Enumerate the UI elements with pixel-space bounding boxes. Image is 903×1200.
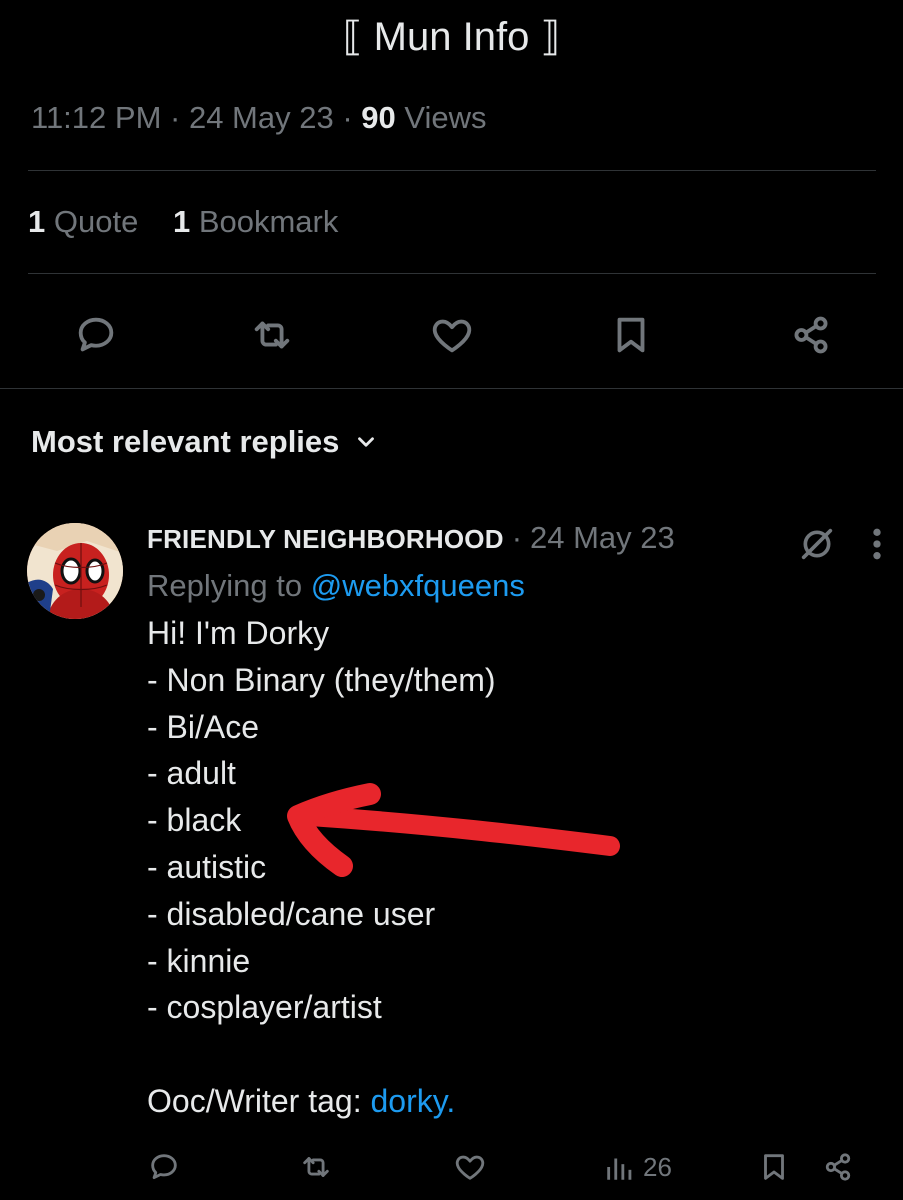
- reply-retweet-button[interactable]: [299, 1150, 333, 1184]
- tweet-meta: 11:12 PM · 24 May 23 · 90 Views: [31, 100, 487, 136]
- reply-share-button[interactable]: [821, 1150, 855, 1184]
- bookmarks-label: Bookmark: [198, 204, 339, 239]
- reply-date[interactable]: 24 May 23: [530, 520, 675, 556]
- bookmark-icon: [764, 1154, 784, 1180]
- meta-separator: ·: [170, 100, 189, 135]
- avatar[interactable]: [27, 523, 123, 619]
- quotes-stat[interactable]: 1 Quote: [28, 204, 138, 239]
- red-arrow-annotation: [287, 783, 620, 877]
- reply-line: Hi! I'm Dorky: [147, 615, 330, 651]
- reply-tag-link[interactable]: dorky.: [370, 1083, 455, 1119]
- reply-reply-button[interactable]: [147, 1150, 181, 1184]
- like-button[interactable]: [422, 305, 482, 365]
- reply-separator: ·: [511, 520, 523, 555]
- retweet-icon: [303, 1157, 329, 1177]
- reply-icon: [151, 1154, 177, 1180]
- reply-header: FRIENDLY NEIGHBORHOOD · 24 May 23: [147, 520, 887, 564]
- bookmark-icon: [617, 317, 645, 353]
- bookmarks-stat: 1 Bookmark: [173, 204, 338, 239]
- views-count: 90: [361, 100, 396, 135]
- reply-line: - kinnie: [147, 942, 251, 979]
- reply-line: - Non Binary (they/them): [147, 661, 496, 698]
- tweet-time[interactable]: 11:12 PM: [31, 100, 161, 135]
- divider: [0, 388, 903, 389]
- reply-author-name[interactable]: FRIENDLY NEIGHBORHOOD: [147, 524, 504, 555]
- replying-to-prefix: Replying to: [147, 568, 303, 603]
- engagement-stats: 1 Quote 1 Bookmark: [28, 204, 364, 240]
- tweet-date[interactable]: 24 May 23: [189, 100, 334, 135]
- reply-views-button[interactable]: 26: [603, 1150, 672, 1184]
- reply-line: - cosplayer/artist: [147, 989, 382, 1026]
- reply-like-button[interactable]: [453, 1150, 487, 1184]
- tweet-action-bar: [0, 305, 903, 365]
- share-button[interactable]: [781, 305, 841, 365]
- spiderman-avatar-image: [27, 523, 123, 619]
- heart-icon: [432, 319, 472, 353]
- bookmarks-count: 1: [172, 204, 191, 239]
- reply-tag-line: Ooc/Writer tag: dorky.: [147, 1078, 887, 1125]
- reply-blank-line: [147, 1031, 887, 1078]
- reply-line: - Bi/Ace: [147, 708, 260, 745]
- tweet-text-title: ⟦ Mun Info ⟧: [342, 15, 561, 59]
- divider: [28, 273, 876, 274]
- replying-to-handle[interactable]: @webxfqueens: [311, 568, 525, 603]
- reply-views-count: 26: [643, 1151, 672, 1182]
- replying-to: Replying to @webxfqueens: [147, 568, 887, 604]
- chevron-down-icon: [358, 437, 375, 447]
- divider: [28, 170, 876, 171]
- reply-bookmark-button[interactable]: [757, 1150, 791, 1184]
- replies-sort-dropdown[interactable]: Most relevant replies: [31, 424, 379, 460]
- reply-action-bar: 26: [147, 1150, 887, 1200]
- views-icon: [607, 1158, 632, 1180]
- meta-separator: ·: [342, 100, 362, 135]
- replies-sort-label: Most relevant replies: [31, 424, 340, 459]
- views-label: Views: [404, 100, 487, 135]
- retweet-button[interactable]: [242, 305, 302, 365]
- more-options-icon[interactable]: [867, 524, 887, 564]
- reply-line: - disabled/cane user: [147, 895, 436, 932]
- heart-icon: [455, 1155, 485, 1180]
- quotes-label: Quote: [53, 204, 139, 239]
- retweet-icon: [254, 321, 290, 349]
- reply-tag-prefix: Ooc/Writer tag:: [147, 1082, 362, 1119]
- reply-header-icons: [797, 524, 887, 564]
- grok-icon[interactable]: [797, 524, 837, 564]
- share-icon: [794, 316, 828, 354]
- reply-button[interactable]: [66, 305, 126, 365]
- share-icon: [825, 1153, 851, 1181]
- bookmark-button[interactable]: [601, 305, 661, 365]
- reply-icon: [78, 317, 114, 352]
- quotes-count: 1: [28, 204, 46, 239]
